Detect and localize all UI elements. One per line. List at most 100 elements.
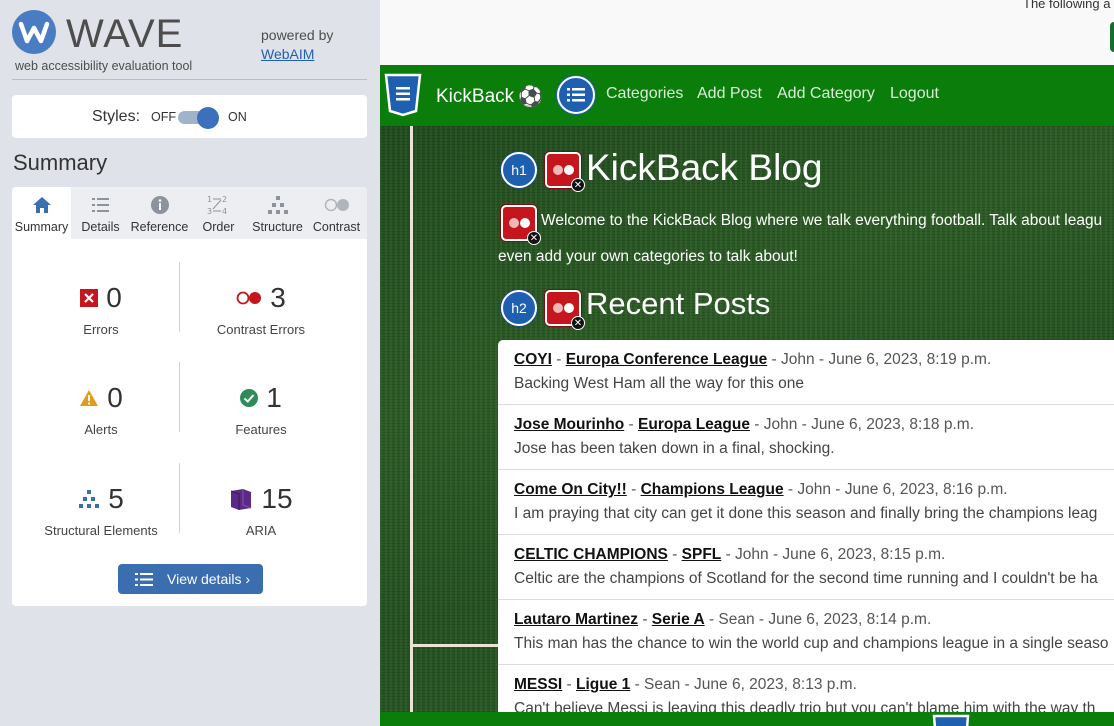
wave-structure-marker-icon[interactable] <box>557 76 595 114</box>
alert-icon <box>80 390 99 406</box>
info-icon <box>150 196 169 214</box>
tab-order[interactable]: 1 2 3 4 Order <box>189 187 248 239</box>
powered-by-text: powered by <box>261 27 334 43</box>
errors-label: Errors <box>83 322 119 337</box>
alerts-label: Alerts <box>84 422 118 437</box>
post-title-link[interactable]: Jose Mourinho <box>514 416 624 433</box>
post-category-link[interactable]: Serie A <box>652 611 705 628</box>
notice-button[interactable] <box>1110 22 1114 52</box>
aria-count: 15 <box>261 483 293 514</box>
post-excerpt: Backing West Ham all the way for this on… <box>514 375 805 392</box>
wave-aria-marker-icon[interactable] <box>384 73 422 117</box>
stat-aria[interactable]: 15 ARIA <box>181 483 341 538</box>
contrast-error-marker-icon[interactable]: ✕ <box>545 290 585 330</box>
list-icon <box>135 572 153 586</box>
post-title-link[interactable]: COYI <box>514 351 552 368</box>
stat-errors[interactable]: 0 Errors <box>21 282 181 337</box>
post-title-link[interactable]: CELTIC CHAMPIONS <box>514 546 668 563</box>
view-details-label: View details › <box>167 571 251 587</box>
contrast-errors-label: Contrast Errors <box>216 322 306 337</box>
wave-sidebar: WAVE web accessibility evaluation tool p… <box>0 0 380 726</box>
post-category-link[interactable]: Champions League <box>641 481 784 498</box>
wave-h2-marker-icon[interactable]: h2 <box>501 290 537 326</box>
divider <box>12 79 367 80</box>
wave-h1-marker-icon[interactable]: h1 <box>501 152 537 188</box>
brand-link[interactable]: KickBack ⚽ <box>436 84 543 109</box>
post-item: Jose Mourinho - Europa League - John - J… <box>498 405 1114 470</box>
wave-logo-icon <box>12 10 56 54</box>
view-details-button[interactable]: View details › <box>118 564 263 594</box>
home-icon <box>32 197 51 213</box>
post-category-link[interactable]: SPFL <box>682 546 722 563</box>
notice-text: The following a <box>1023 0 1111 11</box>
feature-check-icon <box>240 389 259 407</box>
nav-add-category[interactable]: Add Category <box>777 85 875 103</box>
posts-list: COYI - Europa Conference League - John -… <box>498 340 1114 720</box>
stat-divider <box>179 262 180 332</box>
stat-alerts[interactable]: 0 Alerts <box>21 382 181 437</box>
tab-structure-label: Structure <box>252 220 303 234</box>
stat-contrast-errors[interactable]: 3 Contrast Errors <box>181 282 341 337</box>
svg-text:1: 1 <box>207 195 212 204</box>
pitch-line <box>410 126 413 712</box>
structure-elements-icon <box>79 490 100 508</box>
styles-toggle-box: Styles: OFF ON <box>12 95 367 138</box>
structural-label: Structural Elements <box>44 523 158 538</box>
stat-divider <box>179 362 180 432</box>
post-excerpt: Jose has been taken down in a final, sho… <box>514 440 835 457</box>
tab-contrast-label: Contrast <box>312 220 361 234</box>
summary-panel: Summary Details Reference 1 2 3 4 Order Str… <box>12 187 367 606</box>
aria-cube-icon <box>231 489 252 510</box>
tab-structure[interactable]: Structure <box>248 187 307 239</box>
post-meta: - Sean - June 6, 2023, 8:13 p.m. <box>630 676 857 693</box>
alerts-count: 0 <box>107 382 123 413</box>
brand-name: KickBack <box>436 85 515 107</box>
tab-contrast[interactable]: Contrast <box>307 187 366 239</box>
styles-toggle-knob[interactable] <box>197 107 219 129</box>
page-title: KickBack Blog <box>586 147 823 188</box>
site-navbar: KickBack ⚽ Categories Add Post Add Categ… <box>380 65 1114 126</box>
tab-details-label: Details <box>81 220 120 234</box>
contrast-error-marker-icon[interactable]: ✕ <box>545 152 585 192</box>
post-category-link[interactable]: Ligue 1 <box>576 676 630 693</box>
post-category-link[interactable]: Europa League <box>638 416 750 433</box>
evaluated-page: The following a KickBack ⚽ Categories Ad… <box>380 0 1114 726</box>
features-label: Features <box>235 422 287 437</box>
tab-details[interactable]: Details <box>71 187 130 239</box>
post-title-link[interactable]: MESSI <box>514 676 562 693</box>
post-meta: - John - June 6, 2023, 8:16 p.m. <box>783 481 1008 498</box>
errors-count: 0 <box>106 282 122 313</box>
post-category-link[interactable]: Europa Conference League <box>566 351 768 368</box>
svg-text:3: 3 <box>207 207 212 216</box>
post-item: Come On City!! - Champions League - John… <box>498 470 1114 535</box>
structure-icon <box>267 196 288 214</box>
nav-logout[interactable]: Logout <box>890 85 939 103</box>
stat-features[interactable]: 1 Features <box>181 382 341 437</box>
wave-aria-marker-icon[interactable] <box>932 714 970 726</box>
styles-off-label: OFF <box>151 110 176 124</box>
post-excerpt: I am praying that city can get it done t… <box>514 505 1098 522</box>
powered-by: powered by WebAIM <box>261 26 333 64</box>
contrast-error-marker-icon[interactable]: ✕ <box>501 205 541 245</box>
error-icon <box>80 289 99 307</box>
features-count: 1 <box>266 382 282 413</box>
webaim-link[interactable]: WebAIM <box>261 46 314 62</box>
contrast-error-icon <box>236 291 262 305</box>
post-meta: - John - June 6, 2023, 8:19 p.m. <box>767 351 992 368</box>
soccer-ball-icon: ⚽ <box>518 86 544 108</box>
post-item: CELTIC CHAMPIONS - SPFL - John - June 6,… <box>498 535 1114 600</box>
stat-structural-elements[interactable]: 5 Structural Elements <box>21 483 181 538</box>
list-icon <box>91 198 109 212</box>
post-title-link[interactable]: Lautaro Martinez <box>514 611 638 628</box>
welcome-text: Welcome to the KickBack Blog where we ta… <box>541 212 1103 229</box>
nav-add-post[interactable]: Add Post <box>697 85 762 103</box>
nav-categories[interactable]: Categories <box>606 85 683 103</box>
tab-summary[interactable]: Summary <box>12 187 71 239</box>
wave-title: WAVE <box>66 12 184 56</box>
tab-reference[interactable]: Reference <box>130 187 189 239</box>
structural-count: 5 <box>108 483 124 514</box>
contrast-icon <box>324 198 349 212</box>
styles-label: Styles: <box>92 108 141 125</box>
post-title-link[interactable]: Come On City!! <box>514 481 627 498</box>
post-item: COYI - Europa Conference League - John -… <box>498 340 1114 405</box>
